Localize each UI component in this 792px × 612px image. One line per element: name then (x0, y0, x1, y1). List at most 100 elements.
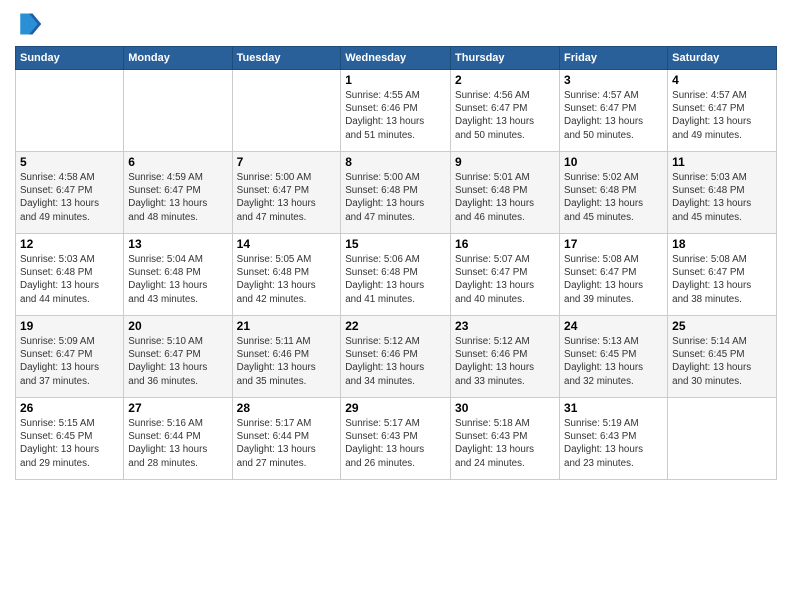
day-number: 18 (672, 237, 772, 251)
day-info: Sunrise: 5:17 AM Sunset: 6:43 PM Dayligh… (345, 417, 446, 470)
day-number: 8 (345, 155, 446, 169)
calendar-cell (16, 70, 124, 152)
day-number: 22 (345, 319, 446, 333)
week-row-2: 5 Sunrise: 4:58 AM Sunset: 6:47 PM Daylig… (16, 152, 777, 234)
calendar-cell: 27 Sunrise: 5:16 AM Sunset: 6:44 PM Dayli… (124, 398, 232, 480)
day-number: 31 (564, 401, 663, 415)
calendar-cell: 14 Sunrise: 5:05 AM Sunset: 6:48 PM Dayli… (232, 234, 341, 316)
day-info: Sunrise: 4:59 AM Sunset: 6:47 PM Dayligh… (128, 171, 227, 224)
day-info: Sunrise: 4:57 AM Sunset: 6:47 PM Dayligh… (672, 89, 772, 142)
calendar-cell: 4 Sunrise: 4:57 AM Sunset: 6:47 PM Daylig… (668, 70, 777, 152)
calendar-cell: 23Sunrise: 5:12 AM Sunset: 6:46 PM Dayli… (451, 316, 560, 398)
day-header-wednesday: Wednesday (341, 47, 451, 70)
day-number: 29 (345, 401, 446, 415)
week-row-3: 12 Sunrise: 5:03 AM Sunset: 6:48 PM Dayli… (16, 234, 777, 316)
calendar-cell: 11Sunrise: 5:03 AM Sunset: 6:48 PM Dayli… (668, 152, 777, 234)
day-number: 6 (128, 155, 227, 169)
calendar-table: SundayMondayTuesdayWednesdayThursdayFrid… (15, 46, 777, 480)
day-number: 12 (20, 237, 119, 251)
day-number: 16 (455, 237, 555, 251)
calendar-cell: 15 Sunrise: 5:06 AM Sunset: 6:48 PM Dayli… (341, 234, 451, 316)
day-number: 7 (237, 155, 337, 169)
header (15, 10, 777, 38)
calendar-cell: 28Sunrise: 5:17 AM Sunset: 6:44 PM Dayli… (232, 398, 341, 480)
day-info: Sunrise: 5:12 AM Sunset: 6:46 PM Dayligh… (345, 335, 446, 388)
day-number: 21 (237, 319, 337, 333)
calendar-cell: 22 Sunrise: 5:12 AM Sunset: 6:46 PM Dayli… (341, 316, 451, 398)
day-number: 20 (128, 319, 227, 333)
calendar-cell: 18Sunrise: 5:08 AM Sunset: 6:47 PM Dayli… (668, 234, 777, 316)
calendar-cell: 17 Sunrise: 5:08 AM Sunset: 6:47 PM Dayli… (560, 234, 668, 316)
day-info: Sunrise: 5:06 AM Sunset: 6:48 PM Dayligh… (345, 253, 446, 306)
calendar-cell: 3Sunrise: 4:57 AM Sunset: 6:47 PM Daylig… (560, 70, 668, 152)
day-info: Sunrise: 5:08 AM Sunset: 6:47 PM Dayligh… (564, 253, 663, 306)
day-header-saturday: Saturday (668, 47, 777, 70)
calendar-cell: 25 Sunrise: 5:14 AM Sunset: 6:45 PM Dayli… (668, 316, 777, 398)
calendar-cell: 19Sunrise: 5:09 AM Sunset: 6:47 PM Dayli… (16, 316, 124, 398)
day-info: Sunrise: 5:19 AM Sunset: 6:43 PM Dayligh… (564, 417, 663, 470)
week-row-5: 26 Sunrise: 5:15 AM Sunset: 6:45 PM Dayli… (16, 398, 777, 480)
day-number: 2 (455, 73, 555, 87)
day-number: 9 (455, 155, 555, 169)
calendar-cell: 1 Sunrise: 4:55 AM Sunset: 6:46 PM Daylig… (341, 70, 451, 152)
day-info: Sunrise: 5:13 AM Sunset: 6:45 PM Dayligh… (564, 335, 663, 388)
day-info: Sunrise: 5:00 AM Sunset: 6:48 PM Dayligh… (345, 171, 446, 224)
day-info: Sunrise: 5:05 AM Sunset: 6:48 PM Dayligh… (237, 253, 337, 306)
page-container: SundayMondayTuesdayWednesdayThursdayFrid… (0, 0, 792, 490)
day-number: 4 (672, 73, 772, 87)
week-row-4: 19Sunrise: 5:09 AM Sunset: 6:47 PM Dayli… (16, 316, 777, 398)
day-header-thursday: Thursday (451, 47, 560, 70)
calendar-cell: 5 Sunrise: 4:58 AM Sunset: 6:47 PM Daylig… (16, 152, 124, 234)
calendar-cell: 16 Sunrise: 5:07 AM Sunset: 6:47 PM Dayli… (451, 234, 560, 316)
calendar-cell: 7Sunrise: 5:00 AM Sunset: 6:47 PM Daylig… (232, 152, 341, 234)
day-number: 17 (564, 237, 663, 251)
calendar-cell (668, 398, 777, 480)
day-header-friday: Friday (560, 47, 668, 70)
day-info: Sunrise: 5:16 AM Sunset: 6:44 PM Dayligh… (128, 417, 227, 470)
day-info: Sunrise: 5:18 AM Sunset: 6:43 PM Dayligh… (455, 417, 555, 470)
day-info: Sunrise: 4:56 AM Sunset: 6:47 PM Dayligh… (455, 89, 555, 142)
calendar-cell: 10 Sunrise: 5:02 AM Sunset: 6:48 PM Dayli… (560, 152, 668, 234)
day-number: 11 (672, 155, 772, 169)
logo (15, 10, 47, 38)
day-info: Sunrise: 5:03 AM Sunset: 6:48 PM Dayligh… (20, 253, 119, 306)
day-info: Sunrise: 5:17 AM Sunset: 6:44 PM Dayligh… (237, 417, 337, 470)
day-number: 15 (345, 237, 446, 251)
calendar-cell: 26 Sunrise: 5:15 AM Sunset: 6:45 PM Dayli… (16, 398, 124, 480)
day-number: 13 (128, 237, 227, 251)
day-number: 19 (20, 319, 119, 333)
day-header-sunday: Sunday (16, 47, 124, 70)
day-number: 25 (672, 319, 772, 333)
day-info: Sunrise: 5:10 AM Sunset: 6:47 PM Dayligh… (128, 335, 227, 388)
day-info: Sunrise: 5:02 AM Sunset: 6:48 PM Dayligh… (564, 171, 663, 224)
day-info: Sunrise: 5:11 AM Sunset: 6:46 PM Dayligh… (237, 335, 337, 388)
day-info: Sunrise: 5:07 AM Sunset: 6:47 PM Dayligh… (455, 253, 555, 306)
day-info: Sunrise: 5:01 AM Sunset: 6:48 PM Dayligh… (455, 171, 555, 224)
calendar-cell: 12 Sunrise: 5:03 AM Sunset: 6:48 PM Dayli… (16, 234, 124, 316)
day-number: 14 (237, 237, 337, 251)
calendar-cell (124, 70, 232, 152)
day-number: 5 (20, 155, 119, 169)
calendar-cell: 20 Sunrise: 5:10 AM Sunset: 6:47 PM Dayli… (124, 316, 232, 398)
day-info: Sunrise: 5:04 AM Sunset: 6:48 PM Dayligh… (128, 253, 227, 306)
day-number: 24 (564, 319, 663, 333)
calendar-cell: 13 Sunrise: 5:04 AM Sunset: 6:48 PM Dayli… (124, 234, 232, 316)
week-row-1: 1 Sunrise: 4:55 AM Sunset: 6:46 PM Daylig… (16, 70, 777, 152)
day-number: 1 (345, 73, 446, 87)
day-info: Sunrise: 5:14 AM Sunset: 6:45 PM Dayligh… (672, 335, 772, 388)
calendar-cell: 24 Sunrise: 5:13 AM Sunset: 6:45 PM Dayli… (560, 316, 668, 398)
logo-icon (15, 10, 43, 38)
calendar-cell: 2 Sunrise: 4:56 AM Sunset: 6:47 PM Daylig… (451, 70, 560, 152)
calendar-cell: 21 Sunrise: 5:11 AM Sunset: 6:46 PM Dayli… (232, 316, 341, 398)
day-info: Sunrise: 5:15 AM Sunset: 6:45 PM Dayligh… (20, 417, 119, 470)
header-row: SundayMondayTuesdayWednesdayThursdayFrid… (16, 47, 777, 70)
day-number: 10 (564, 155, 663, 169)
day-number: 3 (564, 73, 663, 87)
day-info: Sunrise: 4:55 AM Sunset: 6:46 PM Dayligh… (345, 89, 446, 142)
day-number: 26 (20, 401, 119, 415)
day-info: Sunrise: 4:58 AM Sunset: 6:47 PM Dayligh… (20, 171, 119, 224)
day-number: 27 (128, 401, 227, 415)
calendar-cell: 30 Sunrise: 5:18 AM Sunset: 6:43 PM Dayli… (451, 398, 560, 480)
day-number: 23 (455, 319, 555, 333)
day-number: 30 (455, 401, 555, 415)
